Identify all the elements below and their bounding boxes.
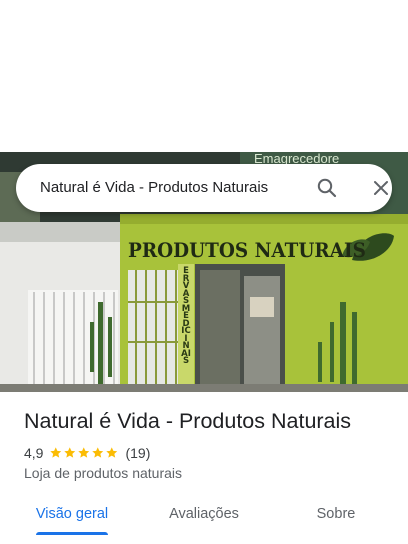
star-icon xyxy=(78,447,90,458)
star-icon xyxy=(92,447,104,458)
search-query[interactable]: Natural é Vida - Produtos Naturais xyxy=(40,179,268,196)
star-icon xyxy=(106,447,118,458)
star-rating xyxy=(49,446,119,460)
place-name: Natural é Vida - Produtos Naturais xyxy=(24,409,352,433)
search-icon[interactable] xyxy=(315,176,339,200)
rating-row[interactable]: 4,9 (19) xyxy=(24,444,150,462)
close-icon[interactable] xyxy=(369,176,393,200)
star-icon xyxy=(64,447,76,458)
tab-reviews[interactable]: Avaliações xyxy=(158,496,250,540)
tab-about[interactable]: Sobre xyxy=(300,496,372,540)
blank-top-area xyxy=(0,0,408,152)
place-category: Loja de produtos naturais xyxy=(24,465,182,481)
review-count[interactable]: (19) xyxy=(125,445,150,461)
store-sign: PRODUTOS NATURAIS xyxy=(128,238,366,262)
search-bar[interactable]: Natural é Vida - Produtos Naturais xyxy=(16,164,392,212)
active-tab-indicator xyxy=(36,532,108,535)
side-sign: ERVAS MEDICINAIS xyxy=(181,266,191,366)
rating-value: 4,9 xyxy=(24,445,44,461)
tab-bar: Visão geral Avaliações Sobre xyxy=(0,496,408,544)
star-icon xyxy=(50,447,62,458)
